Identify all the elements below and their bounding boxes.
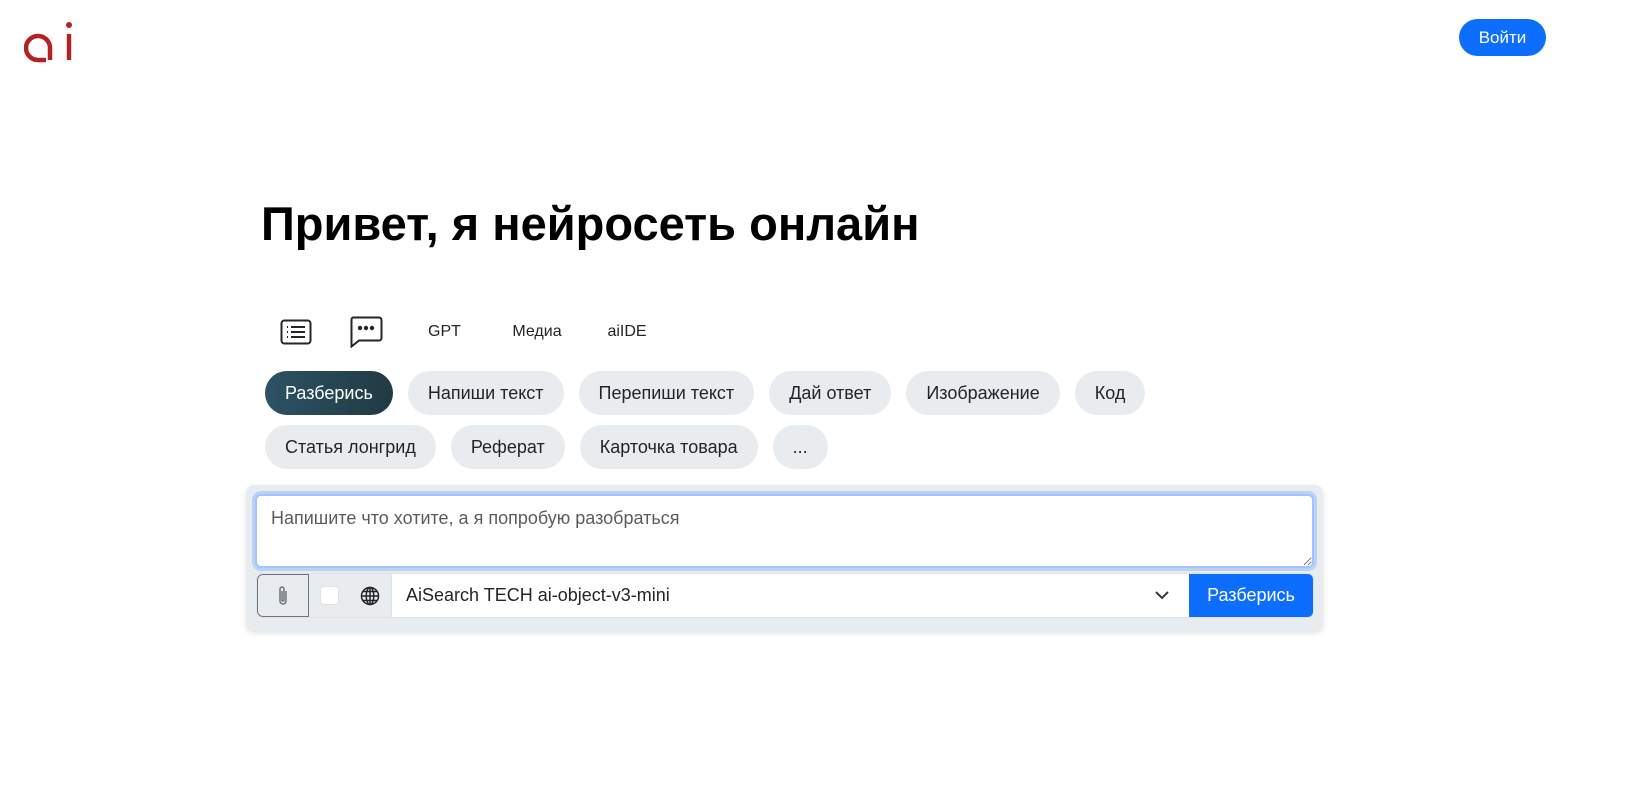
model-select-value: AiSearch TECH ai-object-v3-mini xyxy=(406,585,670,605)
chip-longread[interactable]: Статья лонгрид xyxy=(265,425,436,469)
model-select[interactable]: AiSearch TECH ai-object-v3-mini xyxy=(392,574,1189,617)
prompt-panel: AiSearch TECH ai-object-v3-mini Разберис… xyxy=(246,485,1323,631)
chip-product-card[interactable]: Карточка товара xyxy=(579,425,758,469)
chip-essay[interactable]: Реферат xyxy=(450,425,565,469)
chip-rewrite-text[interactable]: Перепиши текст xyxy=(578,371,755,415)
logo[interactable] xyxy=(24,18,74,64)
page-title: Привет, я нейросеть онлайн xyxy=(261,197,920,250)
tab-chat[interactable] xyxy=(328,314,404,350)
chevron-down-icon xyxy=(1155,591,1169,600)
chip-more[interactable]: ... xyxy=(772,425,828,469)
prompt-chips: Разберись Напиши текст Перепиши текст Да… xyxy=(265,371,1325,469)
tab-aiide[interactable]: aiIDE xyxy=(589,314,665,350)
chip-code[interactable]: Код xyxy=(1074,371,1146,415)
paperclip-icon xyxy=(279,585,287,605)
mode-tabs: GPT Медиа aiIDE xyxy=(264,314,665,350)
submit-button[interactable]: Разберись xyxy=(1189,574,1313,617)
tab-list[interactable] xyxy=(264,314,328,350)
web-search-checkbox[interactable] xyxy=(319,586,339,605)
list-icon xyxy=(280,319,312,345)
chat-dots-icon xyxy=(350,316,383,348)
chip-razberis[interactable]: Разберись xyxy=(265,371,393,415)
prompt-toolbar: AiSearch TECH ai-object-v3-mini Разберис… xyxy=(256,573,1314,618)
tab-gpt[interactable]: GPT xyxy=(404,314,485,350)
tab-media[interactable]: Медиа xyxy=(485,314,589,350)
prompt-input[interactable] xyxy=(255,494,1314,568)
chip-answer[interactable]: Дай ответ xyxy=(769,371,892,415)
chip-image[interactable]: Изображение xyxy=(906,371,1060,415)
login-button[interactable]: Войти xyxy=(1459,19,1546,56)
chip-write-text[interactable]: Напиши текст xyxy=(407,371,564,415)
attach-button[interactable] xyxy=(257,574,309,617)
globe-icon xyxy=(361,586,380,605)
